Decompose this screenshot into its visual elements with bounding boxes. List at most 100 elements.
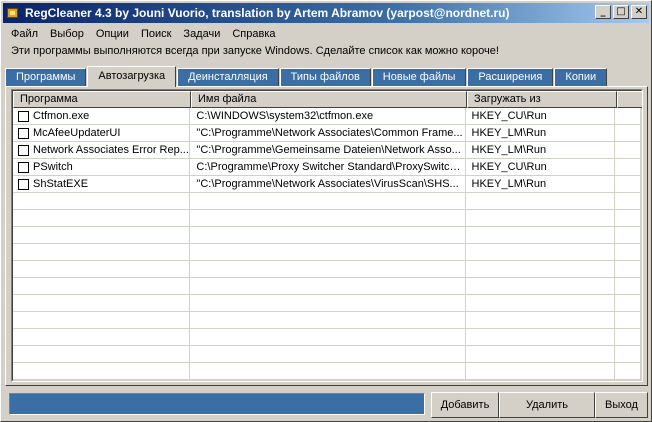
load-from-cell: HKEY_LM\Run xyxy=(466,176,616,192)
empty-row xyxy=(13,346,642,363)
empty-cell xyxy=(615,210,642,226)
list-rows: Ctfmon.exe C:\WINDOWS\system32\ctfmon.exe… xyxy=(13,108,642,381)
empty-cell xyxy=(190,295,466,311)
row-checkbox[interactable] xyxy=(18,144,29,156)
empty-row xyxy=(13,227,642,244)
tab-programs[interactable]: Программы xyxy=(5,68,87,87)
minimize-button[interactable]: _ xyxy=(595,5,611,19)
extra-cell xyxy=(615,142,641,158)
empty-cell xyxy=(13,261,191,277)
filename-cell: "C:\Programme\Network Associates\Common … xyxy=(190,125,466,141)
empty-cell xyxy=(615,193,642,209)
column-header-filename[interactable]: Имя файла xyxy=(191,91,467,108)
empty-cell xyxy=(190,363,466,379)
empty-cell xyxy=(466,329,616,345)
window-controls: _ □ ✕ xyxy=(595,5,647,19)
tab-backups[interactable]: Копии xyxy=(554,68,608,87)
table-row[interactable]: Ctfmon.exe C:\WINDOWS\system32\ctfmon.exe… xyxy=(13,108,641,125)
load-from-cell: HKEY_LM\Run xyxy=(466,125,616,141)
title-bar[interactable]: RegCleaner 4.3 by Jouni Vuorio, translat… xyxy=(3,3,649,23)
row-checkbox[interactable] xyxy=(18,127,29,139)
empty-cell xyxy=(466,346,616,362)
empty-row xyxy=(13,380,642,381)
empty-row xyxy=(13,244,642,261)
empty-cell xyxy=(466,261,616,277)
menu-search[interactable]: Поиск xyxy=(135,25,177,43)
delete-button[interactable]: Удалить xyxy=(499,392,595,418)
empty-row xyxy=(13,363,642,380)
empty-cell xyxy=(615,295,642,311)
extra-cell xyxy=(615,159,641,175)
add-button[interactable]: Добавить xyxy=(431,392,499,418)
empty-cell xyxy=(13,227,191,243)
exit-button[interactable]: Выход xyxy=(595,392,648,418)
load-from-cell: HKEY_LM\Run xyxy=(466,142,616,158)
column-header-program[interactable]: Программа xyxy=(13,91,191,108)
status-bar xyxy=(9,393,425,415)
extra-cell xyxy=(615,108,641,124)
table-row[interactable]: Network Associates Error Rep... "C:\Progr… xyxy=(13,142,641,159)
load-from-cell: HKEY_CU\Run xyxy=(466,108,616,124)
program-name: ShStatEXE xyxy=(33,178,89,190)
menu-help[interactable]: Справка xyxy=(226,25,281,43)
empty-cell xyxy=(190,244,466,260)
empty-cell xyxy=(13,295,191,311)
tab-extensions[interactable]: Расширения xyxy=(467,68,554,87)
column-header-load-from[interactable]: Загружать из xyxy=(467,91,617,108)
menu-tasks[interactable]: Задачи xyxy=(177,25,226,43)
program-name: Ctfmon.exe xyxy=(33,110,90,122)
table-row[interactable]: PSwitch C:\Programme\Proxy Switcher Stand… xyxy=(13,159,641,176)
column-header-extra[interactable] xyxy=(617,91,642,108)
empty-cell xyxy=(466,227,616,243)
startup-list[interactable]: Программа Имя файла Загружать из Ctfmon.… xyxy=(11,89,643,382)
empty-cell xyxy=(190,227,466,243)
close-button[interactable]: ✕ xyxy=(631,5,647,19)
empty-cell xyxy=(190,261,466,277)
empty-row xyxy=(13,261,642,278)
empty-cell xyxy=(13,312,191,328)
empty-cell xyxy=(13,346,191,362)
empty-cell xyxy=(13,363,191,379)
menu-options[interactable]: Опции xyxy=(90,25,135,43)
empty-cell xyxy=(466,210,616,226)
empty-cell xyxy=(13,244,191,260)
empty-cell xyxy=(190,312,466,328)
row-checkbox[interactable] xyxy=(18,161,29,173)
program-cell[interactable]: Network Associates Error Rep... xyxy=(13,142,191,158)
program-name: PSwitch xyxy=(33,161,73,173)
empty-cell xyxy=(615,329,642,345)
empty-cell xyxy=(190,278,466,294)
empty-cell xyxy=(13,193,191,209)
program-name: Network Associates Error Rep... xyxy=(33,144,189,156)
menu-bar: Файл Выбор Опции Поиск Задачи Справка xyxy=(5,25,282,43)
table-row[interactable]: ShStatEXE "C:\Programme\Network Associate… xyxy=(13,176,641,193)
empty-row xyxy=(13,278,642,295)
program-cell[interactable]: PSwitch xyxy=(13,159,191,175)
row-checkbox[interactable] xyxy=(18,178,29,190)
program-cell[interactable]: McAfeeUpdaterUI xyxy=(13,125,191,141)
empty-cell xyxy=(615,312,642,328)
load-from-cell: HKEY_CU\Run xyxy=(466,159,616,175)
tab-startup[interactable]: Автозагрузка xyxy=(87,66,177,87)
table-row[interactable]: McAfeeUpdaterUI "C:\Programme\Network Ass… xyxy=(13,125,641,142)
hint-text: Эти программы выполняются всегда при зап… xyxy=(11,45,499,57)
program-cell[interactable]: ShStatEXE xyxy=(13,176,191,192)
tab-uninstall[interactable]: Деинсталляция xyxy=(177,68,279,87)
menu-file[interactable]: Файл xyxy=(5,25,44,43)
maximize-button[interactable]: □ xyxy=(613,5,629,19)
empty-cell xyxy=(190,193,466,209)
empty-cell xyxy=(466,380,616,381)
row-checkbox[interactable] xyxy=(18,110,29,122)
tab-file-types[interactable]: Типы файлов xyxy=(279,68,371,87)
empty-cell xyxy=(466,278,616,294)
empty-cell xyxy=(466,295,616,311)
empty-cell xyxy=(615,227,642,243)
tab-new-files[interactable]: Новые файлы xyxy=(371,68,467,87)
empty-cell xyxy=(615,261,642,277)
filename-cell: "C:\Programme\Network Associates\VirusSc… xyxy=(190,176,466,192)
program-cell[interactable]: Ctfmon.exe xyxy=(13,108,191,124)
list-header: Программа Имя файла Загружать из xyxy=(13,91,642,108)
regcleaner-app-icon[interactable] xyxy=(5,5,21,21)
app-window: RegCleaner 4.3 by Jouni Vuorio, translat… xyxy=(0,0,652,422)
menu-select[interactable]: Выбор xyxy=(44,25,90,43)
